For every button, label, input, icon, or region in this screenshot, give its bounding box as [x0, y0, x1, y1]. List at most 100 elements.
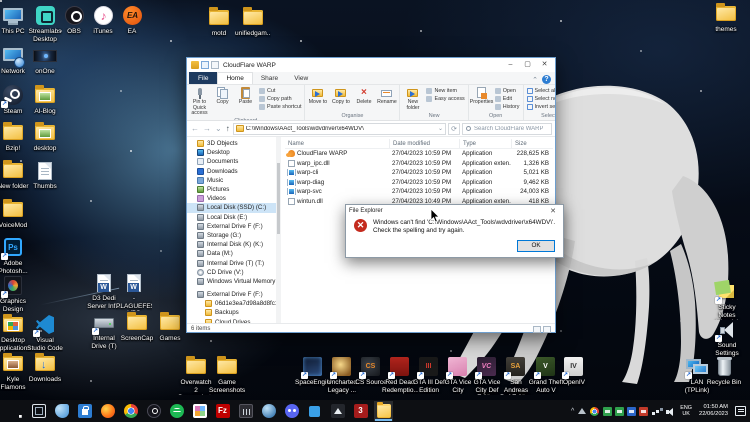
back-button[interactable]: ←: [190, 124, 200, 134]
ribbon-collapse-icon[interactable]: ⌃: [532, 76, 538, 84]
sidebar-item-3d-objects[interactable]: 3D Objects: [187, 139, 276, 148]
desktop-icon-internal-drive-t[interactable]: ↗Internal Drive (T): [86, 311, 122, 350]
desktop-icon-game-screenshots[interactable]: Game Screenshots: [209, 355, 245, 394]
ribbon-button-delete[interactable]: ×Delete: [352, 86, 375, 112]
ribbon-button-open[interactable]: Open: [495, 87, 520, 95]
sidebar-item-internal-drive-t-t[interactable]: Internal Drive (T) (T:): [187, 258, 276, 267]
taskbar-blue-sphere-app[interactable]: [259, 401, 278, 421]
file-row-warp-svc[interactable]: warp-svc27/04/2023 10:59 PMApplication24…: [285, 187, 553, 197]
tray-monitor-badge-3[interactable]: [627, 407, 636, 416]
sidebar-item-downloads[interactable]: Downloads: [187, 167, 276, 176]
file-row-warp-diag[interactable]: warp-diag27/04/2023 10:59 PMApplication9…: [285, 178, 553, 188]
dialog-close-button[interactable]: ✕: [546, 207, 560, 215]
dialog-title-bar[interactable]: File Explorer ✕: [346, 205, 563, 216]
taskbar-start-button[interactable]: [6, 401, 25, 421]
desktop-icon-voicemod[interactable]: VoiceMod: [0, 198, 31, 230]
maximize-button[interactable]: ▢: [519, 59, 536, 72]
tray-expand-chevron[interactable]: ^: [571, 408, 574, 415]
sidebar-item-external-drive-f-f[interactable]: External Drive F (F:): [187, 222, 276, 231]
ribbon-button-new-folder[interactable]: New folder: [401, 86, 424, 112]
column-header-name[interactable]: Name: [285, 139, 389, 148]
taskbar-filezilla[interactable]: Fz: [213, 401, 232, 421]
column-header-date-modified[interactable]: Date modified: [389, 139, 459, 148]
desktop-icon-openiv[interactable]: IV↗OpenIV: [556, 355, 592, 387]
tray-monitor-badge-4[interactable]: [639, 407, 648, 416]
search-box[interactable]: Search CloudFlare WARP: [462, 123, 552, 135]
ribbon-button-easy-access[interactable]: Easy access: [426, 95, 464, 103]
desktop-icon-sticky-notes-classic[interactable]: ↗Sticky Notes (classic): [709, 280, 745, 320]
desktop-icon-sound-settings[interactable]: ↗Sound Settings: [709, 318, 745, 357]
desktop-icon-downloads[interactable]: ↓Downloads: [27, 352, 63, 384]
taskbar-spotify[interactable]: [167, 401, 186, 421]
ribbon-button-history[interactable]: History: [495, 103, 520, 111]
sidebar-item-videos[interactable]: Videos: [187, 194, 276, 203]
recent-locations-chevron[interactable]: ⌄: [214, 124, 223, 134]
tray-triangle-icon[interactable]: [578, 408, 586, 414]
sidebar-item-local-disk-e[interactable]: Local Disk (E:): [187, 213, 276, 222]
sidebar-item-windows-virtual-memory[interactable]: Windows Virtual Memory (: [187, 277, 276, 286]
desktop-icon-plaguefest-vps[interactable]: W-PLAGUEFEST VPS: [116, 271, 152, 311]
desktop-icon-onone[interactable]: onOne: [27, 44, 63, 76]
sidebar-item-documents[interactable]: Documents: [187, 157, 276, 166]
sidebar-item-external-drive-f-f[interactable]: External Drive F (F:): [187, 290, 276, 299]
ribbon-button-properties[interactable]: Properties: [470, 86, 493, 112]
desktop-icon-unifiedgam[interactable]: unifiedgam...: [235, 6, 271, 38]
column-header-size[interactable]: Size: [511, 139, 553, 148]
desktop-icon-recycle-bin[interactable]: Recycle Bin: [706, 355, 742, 387]
ribbon-button-paste[interactable]: Paste: [234, 86, 257, 117]
tab-share[interactable]: Share: [253, 73, 286, 84]
tab-view[interactable]: View: [286, 73, 316, 84]
desktop-icon-ea[interactable]: EAEA: [114, 4, 150, 36]
ribbon-button-copy[interactable]: Copy: [211, 86, 234, 117]
taskbar-dark-triangle-app[interactable]: [328, 401, 347, 421]
desktop-icon-themes[interactable]: themes: [708, 2, 744, 34]
taskbar-red-app[interactable]: 3: [351, 401, 370, 421]
volume-icon[interactable]: [666, 407, 676, 416]
taskbar-task-view-button[interactable]: [29, 401, 48, 421]
desktop-icon-screencap[interactable]: ScreenCap: [119, 311, 155, 343]
taskbar-obs-app[interactable]: [144, 401, 163, 421]
sidebar-item-storage-g[interactable]: Storage (G:): [187, 231, 276, 240]
desktop-icon-adobe-photosh[interactable]: Ps↗Adobe Photosh...: [0, 236, 31, 275]
tab-home[interactable]: Home: [217, 72, 252, 84]
title-bar[interactable]: CloudFlare WARP – ▢ ✕: [187, 58, 555, 72]
quick-access-button-1[interactable]: [201, 61, 209, 69]
ribbon-button-edit[interactable]: Edit: [495, 95, 520, 103]
ribbon-button-new-item[interactable]: New item: [426, 87, 464, 95]
ribbon-button-select-none[interactable]: Select none: [527, 95, 555, 103]
desktop-icon-ai-blog[interactable]: AI-Blog: [27, 84, 63, 116]
address-dropdown-chevron[interactable]: ⌄: [438, 125, 443, 132]
thumbnail-view-button[interactable]: [543, 326, 551, 333]
sidebar-item-pictures[interactable]: Pictures: [187, 185, 276, 194]
taskbar-swoosh-app[interactable]: [52, 401, 71, 421]
desktop-icon-graphics-design[interactable]: ↗Graphics Design: [0, 274, 31, 313]
ok-button[interactable]: OK: [517, 240, 555, 252]
ribbon-button-copy-to[interactable]: Copy to: [329, 86, 352, 112]
tray-chrome-icon[interactable]: [590, 407, 599, 416]
sidebar-item-cd-drive-v[interactable]: CD Drive (V:): [187, 268, 276, 277]
network-icon[interactable]: [652, 407, 662, 415]
help-icon[interactable]: ?: [542, 75, 551, 84]
taskbar-chrome[interactable]: [121, 401, 140, 421]
file-row-warp-ipc-dll[interactable]: warp_ipc.dll27/04/2023 10:59 PMApplicati…: [285, 159, 553, 169]
taskbar-firefox[interactable]: [98, 401, 117, 421]
close-button[interactable]: ✕: [536, 59, 553, 72]
desktop-icon-visual-studio-code[interactable]: ↗Visual Studio Code: [27, 313, 63, 352]
taskbar-blue-tool-app[interactable]: [305, 401, 324, 421]
sidebar-item-desktop[interactable]: Desktop: [187, 148, 276, 157]
sidebar-item-cloud-drives[interactable]: Cloud Drives: [187, 318, 276, 323]
ribbon-button-pin-to-quick-access[interactable]: Pin to Quick access: [188, 86, 211, 117]
quick-access-button-2[interactable]: [211, 61, 219, 69]
ribbon-button-select-all[interactable]: Select all: [527, 87, 555, 95]
sidebar-item-data-m[interactable]: Data (M:): [187, 249, 276, 258]
taskbar-microsoft-store[interactable]: [75, 401, 94, 421]
action-center-icon[interactable]: [735, 406, 746, 416]
up-button[interactable]: ↑: [225, 124, 231, 134]
address-bar[interactable]: C:\Windows\AAct_Tools\wdvdriver\x64WDV\ …: [233, 123, 446, 135]
sidebar-item-06d1e3ea7d98a8d8fc1652fe[interactable]: 06d1e3ea7d98a8d8fc1652fe: [187, 299, 276, 308]
file-row-warp-cli[interactable]: warp-cli27/04/2023 10:59 PMApplication5,…: [285, 168, 553, 178]
tray-monitor-badge-2[interactable]: [615, 407, 624, 416]
desktop-icon-motd[interactable]: motd: [201, 6, 237, 38]
minimize-button[interactable]: –: [502, 59, 519, 72]
clock[interactable]: 01:50 AM 22/06/2023: [696, 404, 731, 418]
